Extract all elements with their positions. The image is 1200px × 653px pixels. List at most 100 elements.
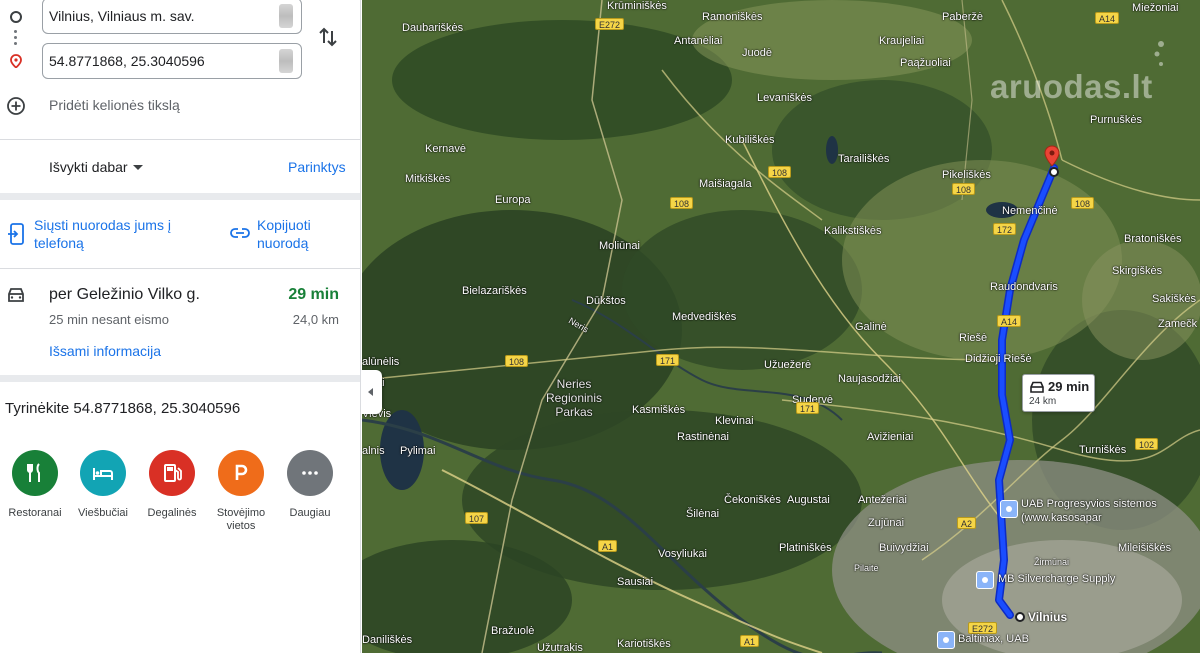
road-shield: A14 [1095, 12, 1120, 24]
business-marker-icon[interactable] [937, 631, 955, 649]
place-label: Dūkštos [586, 295, 626, 307]
fork-knife-icon [12, 450, 58, 496]
origin-circle-icon [10, 11, 22, 23]
place-label: Skirgiškės [1112, 265, 1163, 277]
add-destination-button[interactable]: Pridėti kelionės tikslą [0, 93, 360, 119]
collapse-panel-button[interactable] [362, 370, 382, 414]
route-duration: 29 min [288, 286, 339, 303]
place-label: Bražuolė [491, 625, 535, 637]
place-label: Maišiagala [699, 178, 752, 190]
category-more[interactable]: Daugiau [275, 450, 345, 540]
place-label: Galinė [855, 321, 887, 333]
route-without-traffic: 25 min nesant eismo [49, 312, 169, 327]
place-label: Avižieniai [867, 431, 914, 443]
category-parking[interactable]: Stovėjimo vietos [206, 450, 276, 540]
swap-directions-icon[interactable] [318, 26, 338, 48]
category-label: Daugiau [289, 507, 331, 519]
divider [0, 139, 360, 140]
options-link[interactable]: Parinktys [288, 159, 346, 175]
road-shield: A14 [997, 315, 1022, 327]
category-label: Viešbučiai [78, 507, 128, 519]
bubble-duration: 29 min [1048, 379, 1090, 394]
place-label: Antanėliai [674, 35, 723, 47]
route-duration-bubble[interactable]: 29 min 24 km [1022, 374, 1095, 412]
place-label: Vosyliukai [658, 548, 707, 560]
road-shield: 108 [952, 183, 976, 195]
phone-send-icon [8, 223, 24, 245]
place-label: Miežoniai [1132, 2, 1179, 14]
copy-link-label: Kopijuoti nuorodą [257, 217, 311, 251]
place-label: Kubiliškės [725, 134, 775, 146]
caret-down-icon[interactable] [133, 165, 143, 170]
category-label: Restoranai [8, 507, 62, 519]
category-restaurants[interactable]: Restoranai [0, 450, 70, 540]
place-label: Bratoniškės [1124, 233, 1182, 245]
satellite-map[interactable]: Krūminiškės Ramoniškės Paberžė Miežoniai… [362, 0, 1200, 653]
place-label: Naujasodžiai [838, 373, 901, 385]
category-hotels[interactable]: Viešbučiai [68, 450, 138, 540]
destination-input[interactable]: 54.8771868, 25.3040596 [42, 43, 302, 79]
place-label: Raudondvaris [990, 281, 1058, 293]
destination-pin-icon [10, 54, 22, 68]
place-label: Mitkiškės [405, 173, 451, 185]
send-to-phone-button[interactable]: Siųsti nuorodas jums į telefoną [0, 214, 200, 258]
divider [0, 268, 360, 269]
place-label: Kariotiškės [617, 638, 671, 650]
place-label: Kalikstiškės [824, 225, 882, 237]
place-label: Paąžuoliai [900, 57, 951, 69]
origin-input[interactable]: Vilnius, Vilniaus m. sav. [42, 0, 302, 34]
district-label: Žirmūnai [1034, 557, 1070, 567]
place-label: Moliūnai [599, 240, 640, 252]
category-gas-stations[interactable]: Degalinės [137, 450, 207, 540]
place-label: Kraujeliai [879, 35, 925, 47]
place-label: Augustai [787, 494, 830, 506]
business-label[interactable]: UAB Progresyvios sistemos (www.kasosapar [1021, 497, 1171, 525]
send-to-phone-label: Siųsti nuorodas jums į telefoną [34, 217, 171, 251]
place-label: Rastinėnai [677, 431, 729, 443]
place-label: Platiniškės [779, 542, 832, 554]
bed-icon [80, 450, 126, 496]
park-label: Neries Regioninis Parkas [545, 377, 603, 419]
place-label: Zamečk [1158, 318, 1198, 330]
explore-categories: Restoranai Viešbučiai Degalinės Stovėjim… [0, 450, 360, 540]
route-details-link[interactable]: Išsami informacija [49, 343, 161, 359]
road-shield: 102 [1135, 438, 1159, 450]
place-label: Sausiai [617, 576, 654, 588]
route-distance: 24,0 km [292, 312, 339, 327]
place-label: Kasmiškės [632, 404, 686, 416]
place-label: Čekoniškės [724, 494, 781, 506]
place-label: Tarailiškės [838, 153, 890, 165]
category-label: Degalinės [147, 507, 197, 519]
category-label: Stovėjimo vietos [216, 507, 266, 532]
car-icon [1030, 381, 1044, 393]
directions-panel: Vilnius, Vilniaus m. sav. 54.8771868, 25… [0, 0, 361, 653]
destination-blurred-control [279, 49, 293, 73]
fuel-pump-icon [149, 450, 195, 496]
place-label: Juodė [742, 47, 772, 59]
business-label[interactable]: Baltimax, UAB [958, 633, 1029, 645]
place-label: Pylimai [400, 445, 436, 457]
place-label: Purnuškės [1090, 114, 1142, 126]
place-label: Daubariškės [402, 22, 464, 34]
place-label: alnis [362, 445, 385, 457]
route-option[interactable]: per Geležinio Vilko g. 29 min 25 min nes… [0, 272, 360, 372]
place-label: Levaniškės [757, 92, 813, 104]
copy-link-button[interactable]: Kopijuoti nuorodą [228, 214, 360, 258]
business-marker-icon[interactable] [976, 571, 994, 589]
place-label: alūnėlis [362, 356, 400, 368]
place-label: Bielazariškės [462, 285, 527, 297]
origin-input-value: Vilnius, Vilniaus m. sav. [49, 8, 195, 24]
place-label: Paberžė [942, 11, 983, 23]
watermark-logo: aruodas.lt [990, 68, 1153, 105]
destination-row: 54.8771868, 25.3040596 [0, 43, 360, 81]
bubble-distance: 24 km [1029, 396, 1057, 407]
business-label[interactable]: MB Silvercharge Supply [998, 573, 1115, 585]
more-icon [287, 450, 333, 496]
place-label: Užuežerė [764, 359, 812, 371]
road-shield: 108 [505, 355, 529, 367]
depart-now-dropdown[interactable]: Išvykti dabar [49, 159, 128, 175]
parking-icon [218, 450, 264, 496]
place-label: Antežeriai [858, 494, 907, 506]
business-marker-icon[interactable] [1000, 500, 1018, 518]
origin-row: Vilnius, Vilniaus m. sav. [0, 0, 360, 36]
